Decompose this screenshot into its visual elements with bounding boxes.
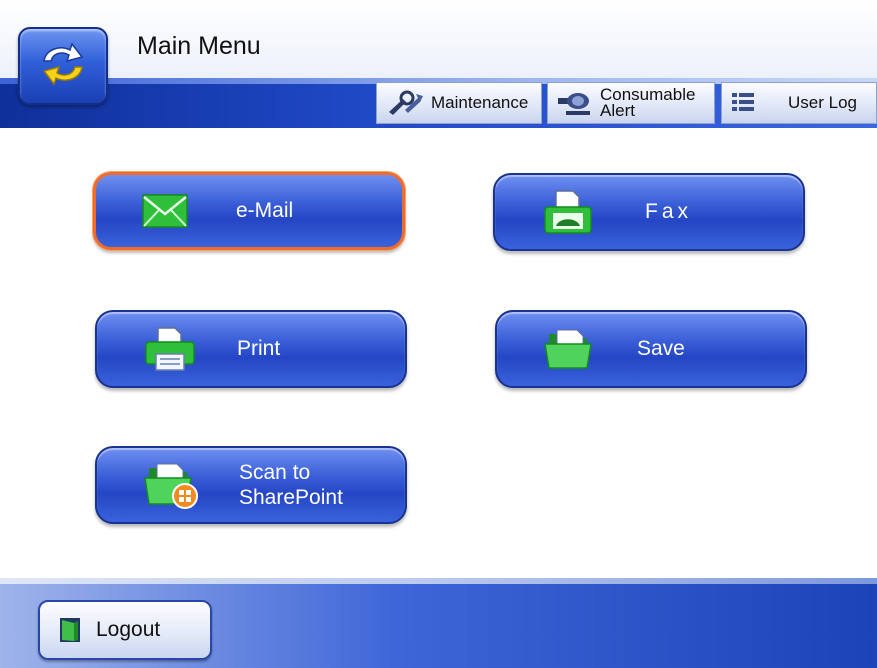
printer-icon	[143, 326, 197, 372]
folder-icon	[543, 328, 595, 370]
save-button-label: Save	[637, 337, 685, 360]
wrench-icon	[385, 90, 425, 116]
page-title: Main Menu	[137, 32, 261, 60]
scanner-roller-icon	[556, 89, 594, 117]
tab-user-log[interactable]: User Log	[721, 82, 877, 124]
fax-button[interactable]: Fax	[493, 173, 805, 251]
tab-maintenance-label: Maintenance	[431, 93, 529, 112]
envelope-icon	[142, 194, 188, 228]
email-button-label: e-Mail	[236, 199, 294, 222]
fax-machine-icon	[541, 189, 595, 235]
tab-user-log-label: User Log	[788, 93, 857, 112]
list-icon	[730, 91, 756, 115]
logout-button[interactable]: Logout	[38, 600, 212, 660]
tab-consumable-label: Consumable Alert	[600, 86, 710, 120]
email-button[interactable]: e-Mail	[93, 172, 405, 250]
save-button[interactable]: Save	[495, 310, 807, 388]
refresh-arrows-icon	[34, 39, 92, 94]
sharepoint-label-line1: Scan to	[239, 461, 311, 484]
tab-consumable-label-line2: Alert	[600, 101, 635, 120]
print-button-label: Print	[237, 337, 281, 360]
fax-button-label: Fax	[645, 200, 693, 223]
tab-maintenance[interactable]: Maintenance	[376, 82, 542, 124]
door-icon	[58, 616, 82, 644]
sharepoint-folder-icon	[143, 460, 201, 510]
sharepoint-button-label: Scan to SharePoint	[239, 460, 395, 510]
print-button[interactable]: Print	[95, 310, 407, 388]
sharepoint-label-line2: SharePoint	[239, 486, 343, 509]
logout-label: Logout	[96, 618, 161, 641]
scan-to-sharepoint-button[interactable]: Scan to SharePoint	[95, 446, 407, 524]
home-button[interactable]	[18, 27, 108, 105]
tab-consumable-alert[interactable]: Consumable Alert	[547, 82, 715, 124]
